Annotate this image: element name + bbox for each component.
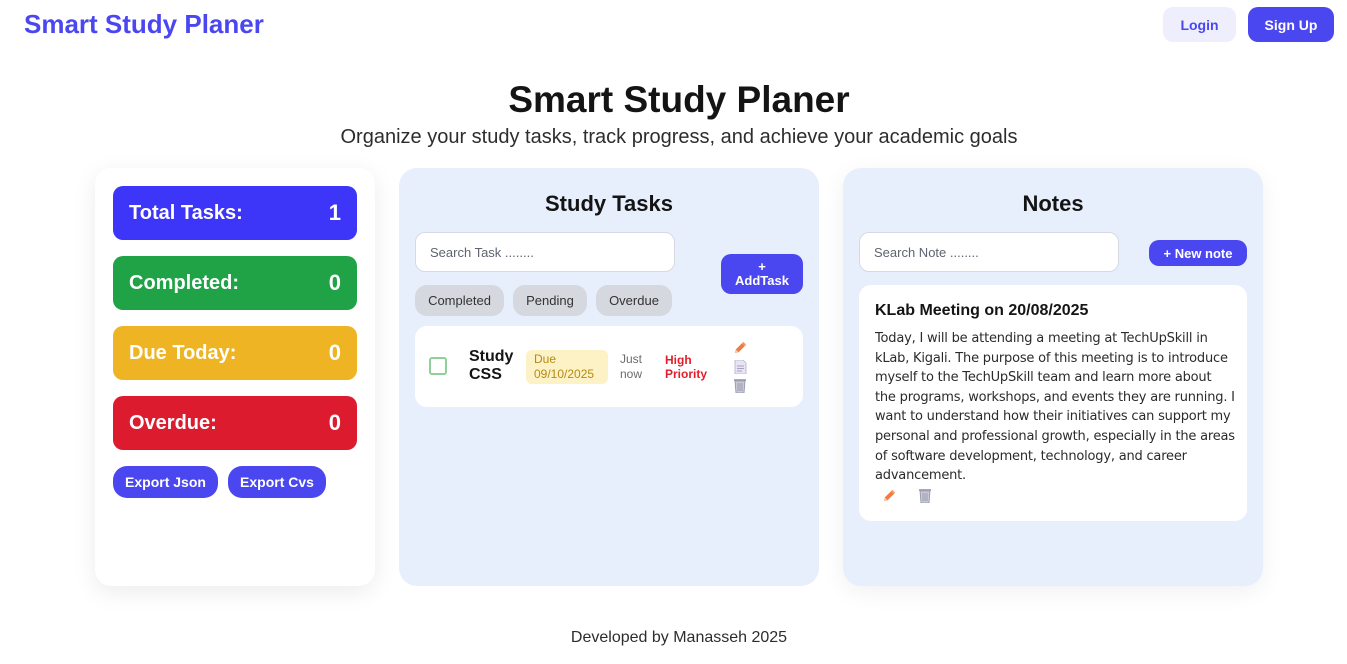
completed-value: 0	[328, 270, 341, 295]
note-search-input[interactable]	[859, 232, 1119, 272]
task-name: Study CSS	[469, 348, 514, 383]
filter-overdue-button[interactable]: Overdue	[596, 285, 672, 316]
add-task-button[interactable]: + AddTask	[721, 254, 803, 294]
brand-logo-text[interactable]: Smart Study Planer	[24, 9, 264, 40]
overdue-stat: Overdue: 0	[113, 396, 357, 450]
task-notes-document-icon[interactable]	[734, 360, 747, 374]
note-body: Today, I will be attending a meeting at …	[875, 331, 1235, 484]
task-edit-pencil-icon[interactable]	[733, 340, 748, 355]
stats-panel: Total Tasks: 1 Completed: 0 Due Today: 0…	[95, 168, 375, 586]
footer-credit: Developed by Manasseh 2025	[570, 629, 788, 646]
total-tasks-label: Total Tasks:	[129, 201, 243, 224]
due-today-stat: Due Today: 0	[113, 326, 357, 380]
total-tasks-stat: Total Tasks: 1	[113, 186, 357, 240]
priority-label: High Priority	[665, 353, 708, 381]
note-title: KLab Meeting on 20/08/2025	[875, 302, 1089, 319]
due-label: Due	[534, 352, 557, 366]
add-task-label: AddTask	[735, 273, 789, 288]
task-complete-checkbox[interactable]	[429, 357, 447, 375]
completed-stat: Completed: 0	[113, 256, 357, 310]
tasks-title: Study Tasks	[545, 191, 673, 216]
page-subtitle: Organize your study tasks, track progres…	[340, 126, 1018, 148]
notes-panel: Notes + New note KLab Meeting on 20/08/2…	[843, 168, 1263, 586]
due-date-badge: Due 09/10/2025	[526, 350, 608, 384]
new-note-button[interactable]: + New note	[1149, 240, 1247, 266]
due-date: 09/10/2025	[534, 367, 595, 381]
page-title: Smart Study Planer	[508, 79, 850, 120]
study-tasks-panel: Study Tasks + AddTask Completed Pending …	[399, 168, 819, 586]
task-search-input[interactable]	[415, 232, 675, 272]
task-item: Study CSS Due 09/10/2025 Just now High P…	[415, 326, 803, 407]
filter-pending-button[interactable]: Pending	[513, 285, 587, 316]
due-today-label: Due Today:	[129, 341, 237, 364]
navbar: Smart Study Planer Login Sign Up	[0, 0, 1347, 50]
export-json-button[interactable]: Export Json	[113, 466, 218, 498]
login-button[interactable]: Login	[1163, 7, 1236, 42]
note-edit-pencil-icon[interactable]	[882, 488, 897, 503]
add-task-plus: +	[758, 259, 766, 274]
note-item: KLab Meeting on 20/08/2025 Today, I will…	[859, 285, 1247, 521]
export-csv-button[interactable]: Export Cvs	[228, 466, 326, 498]
filter-completed-button[interactable]: Completed	[415, 285, 504, 316]
due-today-value: 0	[328, 340, 341, 365]
overdue-label: Overdue:	[129, 411, 217, 434]
overdue-value: 0	[328, 410, 341, 435]
notes-title: Notes	[1022, 191, 1084, 216]
task-delete-trash-icon[interactable]	[733, 378, 747, 393]
completed-label: Completed:	[129, 271, 239, 294]
task-created-time: Just now	[620, 352, 643, 381]
total-tasks-value: 1	[328, 200, 341, 225]
signup-button[interactable]: Sign Up	[1248, 7, 1334, 42]
note-delete-trash-icon[interactable]	[918, 488, 932, 503]
